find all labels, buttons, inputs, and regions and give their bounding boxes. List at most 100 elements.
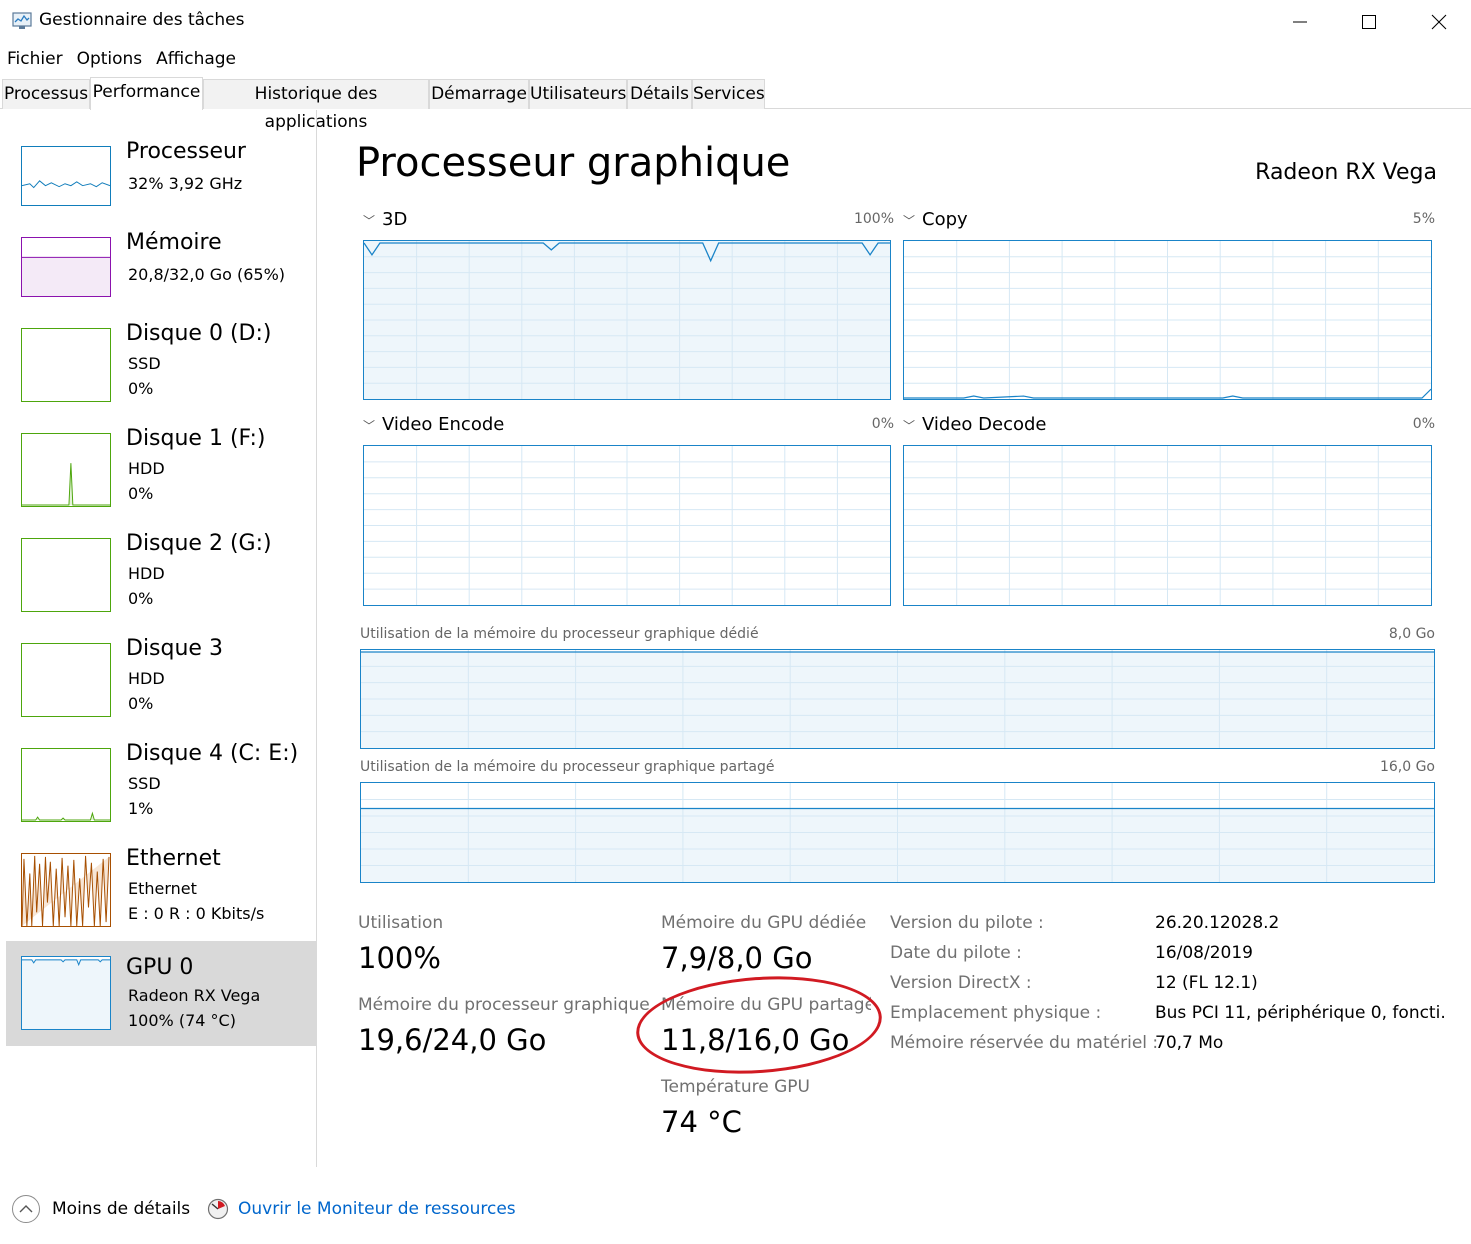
open-resource-monitor-link[interactable]: Ouvrir le Moniteur de ressources [238,1199,516,1219]
tab-historique[interactable]: Historique des applications [203,79,429,132]
engine-selector-3d[interactable]: 3D [382,209,407,230]
cpu-thumbnail [21,146,111,206]
engine-selector-video-encode[interactable]: Video Encode [382,414,504,435]
sidebar-item-sub: 1% [128,799,154,818]
info-value-driver-date: 16/08/2019 [1155,943,1253,963]
graph-dedicated-memory [360,649,1435,749]
sidebar-item-disque-0[interactable]: Disque 0 (D:) SSD 0% [6,320,316,425]
engine-max-3d: 100% [853,211,894,227]
graph-copy [903,240,1432,400]
graph-video-encode [363,445,891,606]
minimize-button[interactable] [1265,0,1335,44]
sidebar-item-title: Disque 4 (C: E:) [126,741,299,766]
info-value-directx: 12 (FL 12.1) [1155,973,1258,993]
gpu-temperature-value: 74 °C [661,1105,742,1139]
sidebar-item-title: GPU 0 [126,955,194,980]
maximize-button[interactable] [1334,0,1404,44]
sidebar-item-title: Disque 1 (F:) [126,426,266,451]
tab-performance[interactable]: Performance [90,77,203,110]
chevron-down-icon[interactable]: ﹀ [363,417,375,434]
sidebar-item-title: Disque 2 (G:) [126,531,272,556]
utilisation-value: 100% [358,941,441,975]
sidebar-item-sub: HDD [128,669,165,688]
gpu-memory-label: Mémoire du processeur graphique [358,995,650,1015]
sidebar-item-sub: 20,8/32,0 Go (65%) [128,265,286,284]
graph-grid [904,446,1431,605]
sidebar-item-title: Ethernet [126,846,221,871]
info-label-location: Emplacement physique : [890,1003,1102,1023]
sidebar-item-sub: HDD [128,459,165,478]
info-label-driver-version: Version du pilote : [890,913,1044,933]
dedicated-memory-label: Utilisation de la mémoire du processeur … [360,626,759,642]
shared-memory-max: 16,0 Go [1379,759,1435,775]
window-title: Gestionnaire des tâches [39,10,245,30]
sidebar-item-disque-3[interactable]: Disque 3 HDD 0% [6,635,316,740]
info-value-location: Bus PCI 11, périphérique 0, foncti... [1155,1003,1445,1023]
dedicated-memory-max: 8,0 Go [1388,626,1435,642]
graph-grid [364,446,890,605]
maximize-icon [1362,15,1376,29]
graph-3d [363,240,891,400]
chevron-down-icon[interactable]: ﹀ [363,212,375,229]
graph-video-decode [903,445,1432,606]
engine-max-video-decode: 0% [1412,416,1435,432]
graph-shared-memory [360,782,1435,883]
dedicated-gpu-memory-value: 7,9/8,0 Go [661,941,813,975]
chevron-up-icon [19,1205,33,1213]
sidebar-item-title: Processeur [126,139,246,164]
sidebar-item-gpu-0[interactable]: GPU 0 Radeon RX Vega 100% (74 °C) [6,941,316,1046]
sidebar-item-processeur[interactable]: Processeur 32% 3,92 GHz [6,138,316,243]
sidebar-item-sub: Radeon RX Vega [128,986,261,1005]
sidebar-item-title: Mémoire [126,230,222,255]
title-bar: Gestionnaire des tâches [0,0,1471,44]
sidebar-item-sub: E : 0 R : 0 Kbits/s [128,904,265,923]
info-label-driver-date: Date du pilote : [890,943,1022,963]
sidebar-item-ethernet[interactable]: Ethernet Ethernet E : 0 R : 0 Kbits/s [6,845,316,950]
gpu-temperature-label: Température GPU [661,1077,810,1097]
less-details-button[interactable] [12,1195,40,1223]
tab-processus[interactable]: Processus [2,79,90,109]
sidebar-item-disque-1[interactable]: Disque 1 (F:) HDD 0% [6,425,316,530]
info-label-directx: Version DirectX : [890,973,1032,993]
chevron-down-icon[interactable]: ﹀ [903,212,915,229]
sidebar-item-memoire[interactable]: Mémoire 20,8/32,0 Go (65%) [6,229,316,334]
disk0-thumbnail [21,328,111,402]
close-icon [1431,14,1447,30]
gpu-thumbnail [21,956,111,1030]
engine-selector-video-decode[interactable]: Video Decode [922,414,1047,435]
sidebar-item-sub: 0% [128,589,154,608]
resource-monitor-icon [207,1198,229,1220]
gpu-memory-value: 19,6/24,0 Go [358,1023,547,1057]
chevron-down-icon[interactable]: ﹀ [903,417,915,434]
graph-grid [904,241,1431,399]
tab-details[interactable]: Détails [627,79,692,109]
sidebar-item-sub: Ethernet [128,879,197,898]
menu-fichier[interactable]: Fichier [0,46,70,72]
shared-gpu-memory-label: Mémoire du GPU partagée [661,995,871,1015]
engine-max-copy: 5% [1412,211,1435,227]
page-title: Processeur graphique [356,140,791,186]
info-label-reserved-memory: Mémoire réservée du matériel : [890,1033,1159,1053]
disk1-thumbnail [21,433,111,507]
sidebar-item-sub: SSD [128,774,161,793]
less-details-label[interactable]: Moins de détails [52,1199,190,1219]
menu-affichage[interactable]: Affichage [149,46,243,72]
sidebar-item-sub: 32% 3,92 GHz [128,174,243,193]
sidebar-item-disque-2[interactable]: Disque 2 (G:) HDD 0% [6,530,316,635]
footer: Moins de détails Ouvrir le Moniteur de r… [0,1185,1471,1235]
menu-options[interactable]: Options [70,46,150,72]
tab-services[interactable]: Services [692,79,765,109]
sidebar-item-disque-4[interactable]: Disque 4 (C: E:) SSD 1% [6,740,316,845]
engine-selector-copy[interactable]: Copy [922,209,968,230]
close-button[interactable] [1404,0,1471,44]
disk4-thumbnail [21,748,111,822]
disk3-thumbnail [21,643,111,717]
tab-demarrage[interactable]: Démarrage [429,79,529,109]
sidebar-item-sub: 0% [128,694,154,713]
engine-max-video-encode: 0% [871,416,894,432]
minimize-icon [1293,21,1307,23]
utilisation-label: Utilisation [358,913,444,933]
info-value-driver-version: 26.20.12028.2 [1155,913,1280,933]
tab-utilisateurs[interactable]: Utilisateurs [529,79,627,109]
dedicated-gpu-memory-label: Mémoire du GPU dédiée [661,913,867,933]
